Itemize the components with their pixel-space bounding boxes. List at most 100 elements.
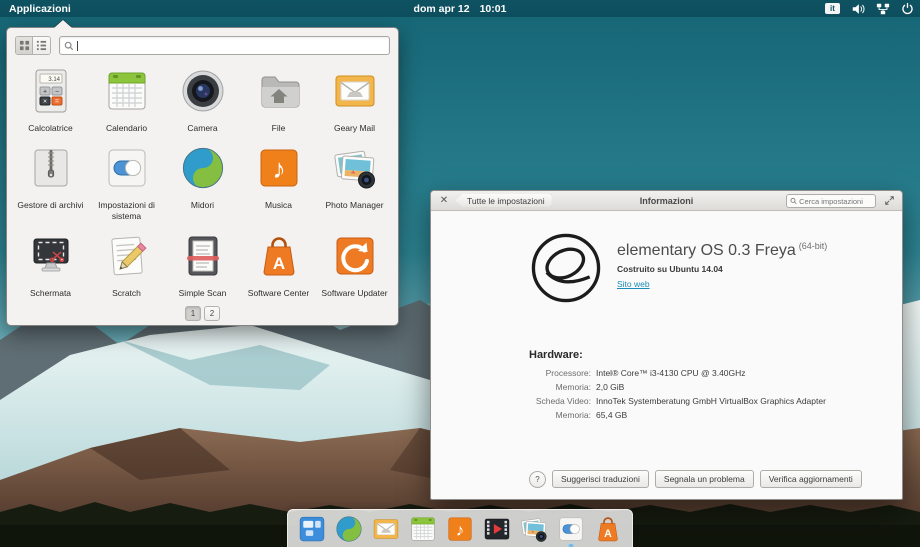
app-label: Photo Manager xyxy=(325,200,383,211)
dock-item-geary-mail[interactable] xyxy=(371,514,401,544)
app-item-camera[interactable]: Camera xyxy=(165,63,241,134)
svg-text:−: − xyxy=(54,89,58,96)
app-label: Musica xyxy=(265,200,292,211)
hardware-row-label: Scheda Video: xyxy=(431,396,591,406)
settings-search-input[interactable] xyxy=(799,197,872,206)
hardware-table: Processore: Intel® Core™ i3-4130 CPU @ 3.… xyxy=(431,368,902,420)
calendar-icon xyxy=(103,67,151,120)
calendar-icon xyxy=(408,514,438,544)
app-item-software-updater[interactable]: Software Updater xyxy=(317,228,393,299)
footer-buttons: Suggerisci traduzioni Segnala un problema… xyxy=(552,470,862,488)
view-switcher xyxy=(15,36,51,55)
app-item-schermata[interactable]: Schermata xyxy=(13,228,89,299)
grid-view-button[interactable] xyxy=(16,37,33,54)
keyboard-layout-indicator[interactable]: it xyxy=(825,3,840,14)
all-settings-back-button[interactable]: Tutte le impostazioni xyxy=(455,194,552,207)
dock-item-calendario[interactable] xyxy=(408,514,438,544)
app-item-scratch[interactable]: Scratch xyxy=(89,228,165,299)
suggerisci-traduzioni-button[interactable]: Suggerisci traduzioni xyxy=(552,470,649,488)
clock[interactable]: dom apr 12 10:01 xyxy=(0,0,920,17)
simple-scan-icon xyxy=(179,232,227,285)
midori-icon xyxy=(334,514,364,544)
settings-window: ✕ Tutte le impostazioni Informazioni xyxy=(430,190,903,500)
panel-time: 10:01 xyxy=(480,3,507,15)
files-icon xyxy=(255,67,303,120)
svg-text:♪: ♪ xyxy=(272,154,286,184)
hardware-row-label: Processore: xyxy=(431,368,591,378)
music-icon: ♪ xyxy=(445,514,475,544)
app-label: Scratch xyxy=(112,288,141,299)
dock-item-impostazioni-di-sistema[interactable] xyxy=(556,514,586,544)
text-caret xyxy=(77,41,78,51)
network-icon[interactable] xyxy=(876,2,890,16)
settings-search-field[interactable] xyxy=(786,194,876,208)
built-on-text: Costruito su Ubuntu 14.04 xyxy=(617,264,827,274)
launcher-page-button-2[interactable]: 2 xyxy=(204,306,220,321)
os-architecture: (64-bit) xyxy=(799,241,828,251)
hardware-row-label: Memoria: xyxy=(431,382,591,392)
app-label: Software Updater xyxy=(321,288,387,299)
app-label: Midori xyxy=(191,200,214,211)
app-item-software-center[interactable]: A Software Center xyxy=(241,228,317,299)
top-panel: Applicazioni dom apr 12 10:01 it xyxy=(0,0,920,17)
hardware-row-value: Intel® Core™ i3-4130 CPU @ 3.40GHz xyxy=(596,368,902,378)
dock-item-software-center[interactable]: A xyxy=(593,514,623,544)
dock: ♪A xyxy=(287,509,633,547)
window-footer: ? Suggerisci traduzioni Segnala un proble… xyxy=(529,470,862,488)
app-label: Calendario xyxy=(106,123,147,134)
os-name: elementary OS 0.3 Freya xyxy=(617,242,796,259)
app-item-gestore-di-archivi[interactable]: Gestore di archivi xyxy=(13,140,89,222)
segnala-un-problema-button[interactable]: Segnala un problema xyxy=(655,470,754,488)
photo-manager-icon xyxy=(331,144,379,197)
software-center-icon: A xyxy=(255,232,303,285)
svg-text:×: × xyxy=(42,99,46,106)
app-label: Software Center xyxy=(248,288,309,299)
launcher-page-button-1[interactable]: 1 xyxy=(185,306,201,321)
app-item-simple-scan[interactable]: Simple Scan xyxy=(165,228,241,299)
titlebar[interactable]: ✕ Tutte le impostazioni Informazioni xyxy=(431,191,902,211)
app-item-geary-mail[interactable]: Geary Mail xyxy=(317,63,393,134)
dock-item-foto[interactable] xyxy=(519,514,549,544)
category-view-button[interactable] xyxy=(33,37,50,54)
panel-date: dom apr 12 xyxy=(414,3,470,15)
screenshot-icon xyxy=(27,232,75,285)
app-label: Camera xyxy=(187,123,217,134)
app-item-midori[interactable]: Midori xyxy=(165,140,241,222)
website-link[interactable]: Sito web xyxy=(617,279,650,289)
svg-text:+: + xyxy=(42,89,46,96)
launcher-search-field[interactable] xyxy=(59,36,390,55)
app-label: Geary Mail xyxy=(334,123,375,134)
dock-item-musica[interactable]: ♪ xyxy=(445,514,475,544)
app-launcher: 3.14+−×=CalcolatriceCalendarioCameraFile… xyxy=(6,27,399,326)
app-item-impostazioni-di-sistema[interactable]: Impostazioni di sistema xyxy=(89,140,165,222)
svg-text:3.14: 3.14 xyxy=(48,77,60,83)
app-item-calcolatrice[interactable]: 3.14+−×=Calcolatrice xyxy=(13,63,89,134)
elementary-logo xyxy=(529,231,603,305)
help-button[interactable]: ? xyxy=(529,471,546,488)
svg-text:A: A xyxy=(604,528,612,540)
dock-item-window-tiles[interactable] xyxy=(297,514,327,544)
power-icon[interactable] xyxy=(901,2,914,15)
system-settings-icon xyxy=(103,144,151,197)
camera-icon xyxy=(179,67,227,120)
app-item-calendario[interactable]: Calendario xyxy=(89,63,165,134)
app-label: Schermata xyxy=(30,288,71,299)
launcher-search-input[interactable] xyxy=(81,41,385,51)
verifica-aggiornamenti-button[interactable]: Verifica aggiornamenti xyxy=(760,470,862,488)
search-icon xyxy=(790,197,797,205)
maximize-icon[interactable] xyxy=(884,195,895,206)
launcher-toolbar xyxy=(7,28,398,57)
dock-item-midori[interactable] xyxy=(334,514,364,544)
calculator-icon: 3.14+−×= xyxy=(27,67,75,120)
app-item-photo-manager[interactable]: Photo Manager xyxy=(317,140,393,222)
archive-manager-icon xyxy=(27,144,75,197)
geary-mail-icon xyxy=(371,514,401,544)
app-item-file[interactable]: File xyxy=(241,63,317,134)
dock-item-video[interactable] xyxy=(482,514,512,544)
software-updater-icon xyxy=(331,232,379,285)
launcher-pager: 12 xyxy=(7,306,398,321)
app-item-musica[interactable]: ♪ Musica xyxy=(241,140,317,222)
volume-icon[interactable] xyxy=(851,2,865,16)
close-button[interactable]: ✕ xyxy=(437,194,451,208)
app-label: Impostazioni di sistema xyxy=(91,200,163,222)
